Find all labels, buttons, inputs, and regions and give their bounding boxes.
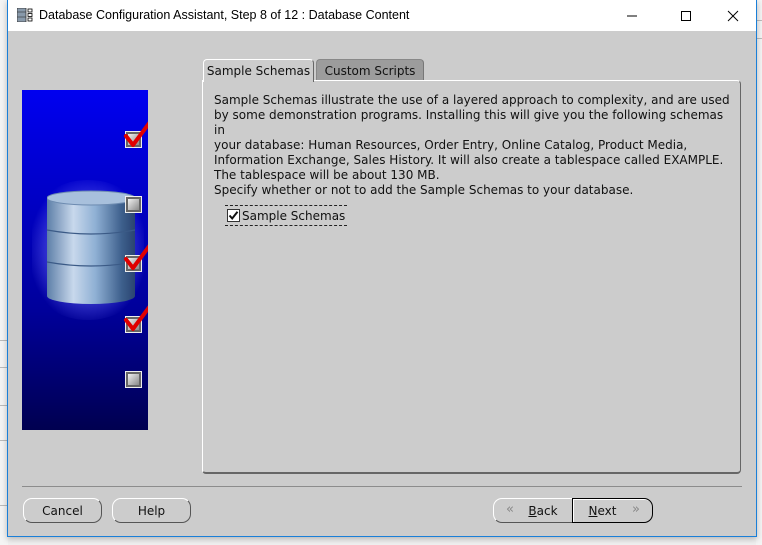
description-line: The tablespace will be about 130 MB. — [214, 168, 440, 182]
close-icon — [727, 10, 739, 21]
window-title: Database Configuration Assistant, Step 8… — [39, 8, 410, 22]
tab-sample-schemas[interactable]: Sample Schemas — [203, 59, 314, 82]
minimize-icon — [627, 15, 637, 16]
checkmark-icon — [228, 211, 239, 221]
tab-custom-scripts[interactable]: Custom Scripts — [316, 59, 424, 81]
minimize-button[interactable] — [609, 0, 655, 31]
database-app-icon — [17, 8, 33, 22]
sample-schemas-description: Sample Schemas illustrate the use of a l… — [214, 93, 734, 183]
step-indicator-2 — [125, 196, 142, 213]
description-line: Sample Schemas illustrate the use of a l… — [214, 93, 730, 107]
back-button[interactable]: « Back — [493, 498, 573, 523]
cancel-button[interactable]: Cancel — [23, 498, 102, 523]
description-line: Information Exchange, Sales History. It … — [214, 153, 724, 167]
maximize-button[interactable] — [663, 0, 709, 31]
title-bar: Database Configuration Assistant, Step 8… — [8, 0, 756, 31]
next-button[interactable]: Next » — [572, 498, 653, 523]
maximize-icon — [681, 10, 691, 21]
help-button[interactable]: Help — [112, 498, 191, 523]
wizard-progress-image — [22, 90, 148, 430]
description-line: your database: Human Resources, Order En… — [214, 138, 688, 152]
checkbox-label: Sample Schemas — [242, 208, 346, 223]
chevron-left-icon: « — [506, 502, 514, 517]
checkbox-box[interactable] — [227, 209, 240, 222]
chevron-right-icon: » — [632, 502, 640, 517]
red-check-icon — [124, 305, 148, 331]
sample-schemas-checkbox[interactable]: Sample Schemas — [225, 205, 348, 226]
close-button[interactable] — [710, 0, 756, 31]
sample-schemas-prompt: Specify whether or not to add the Sample… — [214, 183, 634, 197]
red-check-icon — [124, 244, 148, 270]
red-check-icon — [124, 121, 148, 147]
dbca-dialog: Database Configuration Assistant, Step 8… — [7, 0, 757, 537]
description-line: by some demonstration programs. Installi… — [214, 108, 724, 137]
back-label: Back — [528, 503, 558, 518]
next-label: Next — [588, 503, 617, 518]
footer-separator — [22, 486, 742, 487]
step-indicator-5 — [125, 371, 142, 388]
